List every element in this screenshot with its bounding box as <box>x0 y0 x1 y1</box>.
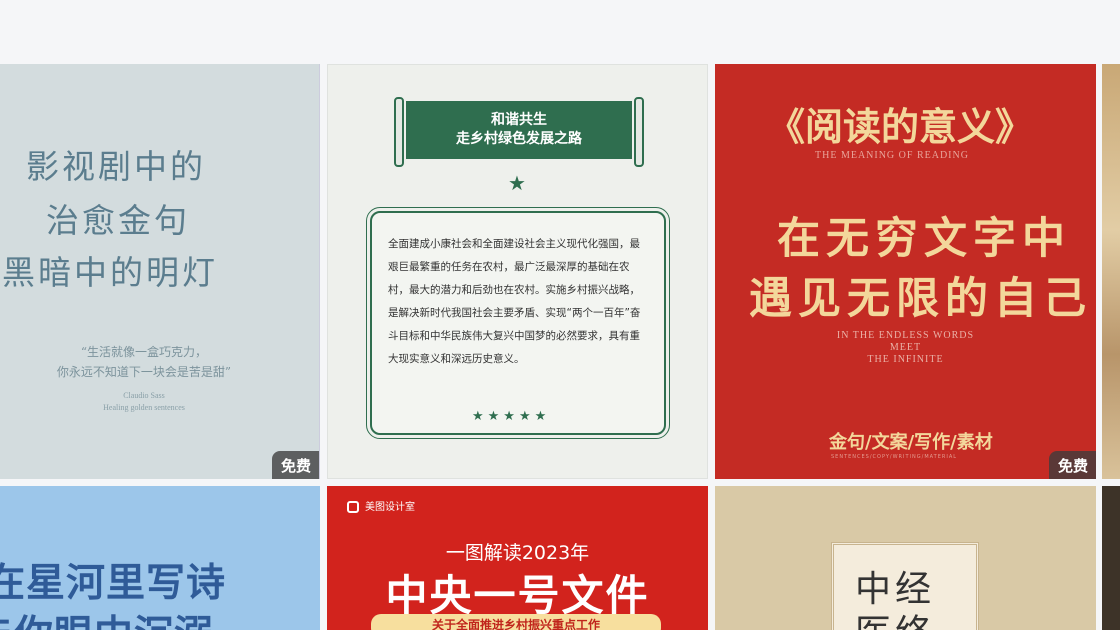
template-card-starry-poem[interactable]: 在星河里写诗 与你眼中沉溺 <box>0 486 320 630</box>
banner-line: 走乡村绿色发展之路 <box>456 131 582 147</box>
template-card-healing-quotes[interactable]: 影视剧中的 治愈金句 黑暗中的明灯 “生活就像一盒巧克力， 你永远不知道下一块会… <box>0 64 320 479</box>
top-bar <box>0 0 1120 64</box>
stars-row-icon: ★★★★★ <box>472 409 551 424</box>
card-quote-line: “生活就像一盒巧克力， <box>80 345 208 359</box>
card-subtitle: Healing golden sentences <box>103 403 185 412</box>
scroll-roll-right <box>634 97 644 167</box>
template-card-meaning-of-reading[interactable]: 《阅读的意义》 THE MEANING OF READING 在无穷文字中 遇见… <box>715 64 1096 479</box>
card-en-line: THE INFINITE <box>867 354 944 365</box>
free-badge: 免费 <box>1048 451 1096 479</box>
card-title-line: 医络 <box>855 604 935 630</box>
card-line: 一图解读2023年 <box>445 542 590 564</box>
card-title-line: 治愈金句 <box>46 201 190 240</box>
card-quote-line: 你永远不知道下一块会是苦是甜” <box>56 365 232 379</box>
card-paragraph: 全面建成小康社会和全面建设社会主义现代化强国，最艰巨最繁重的任务在农村，最广泛最… <box>388 238 641 365</box>
card-title-line: 影视剧中的 <box>26 147 206 186</box>
template-card-central-document[interactable]: 美图设计室 一图解读2023年 中央一号文件 关于全面推进乡村振兴重点工作 <box>327 486 708 630</box>
banner-line: 和谐共生 <box>491 112 547 128</box>
card-en-line: IN THE ENDLESS WORDS <box>836 330 975 341</box>
card-main-line: 在无穷文字中 <box>777 214 1071 264</box>
star-icon: ★ <box>508 171 526 195</box>
card-subtitle: THE MEANING OF READING <box>815 150 969 161</box>
template-card-rural-development[interactable]: 和谐共生 走乡村绿色发展之路 ★ 全面建成小康社会和全面建设社会主义现代化强国，… <box>327 64 708 479</box>
template-card-partial[interactable] <box>1102 64 1120 479</box>
card-title: 《阅读的意义》 <box>767 104 1034 149</box>
free-badge: 免费 <box>271 451 319 479</box>
template-card-partial[interactable] <box>1102 486 1120 630</box>
card-tags: 金句/文案/写作/素材 <box>829 432 993 453</box>
card-en-line: MEET <box>889 342 922 353</box>
logo-icon <box>347 501 359 513</box>
card-title-line: 黑暗中的明灯 <box>2 253 218 292</box>
brand-name: 美图设计室 <box>365 502 415 513</box>
card-author: Claudio Sass <box>123 391 165 400</box>
scroll-roll-left <box>394 97 404 167</box>
card-tags-en: SENTENCES/COPY/WRITING/MATERIAL <box>831 454 958 460</box>
template-card-chinese-medicine[interactable]: 中经 医络 <box>715 486 1096 630</box>
scroll-banner: 和谐共生 走乡村绿色发展之路 <box>406 101 632 159</box>
card-title-line: 在星河里写诗 <box>0 560 227 606</box>
card-main-line: 遇见无限的自己 <box>749 274 1092 324</box>
card-pill: 关于全面推进乡村振兴重点工作 <box>371 614 661 630</box>
brand-logo: 美图设计室 <box>347 498 415 513</box>
card-title-line: 与你眼中沉溺 <box>0 604 214 630</box>
